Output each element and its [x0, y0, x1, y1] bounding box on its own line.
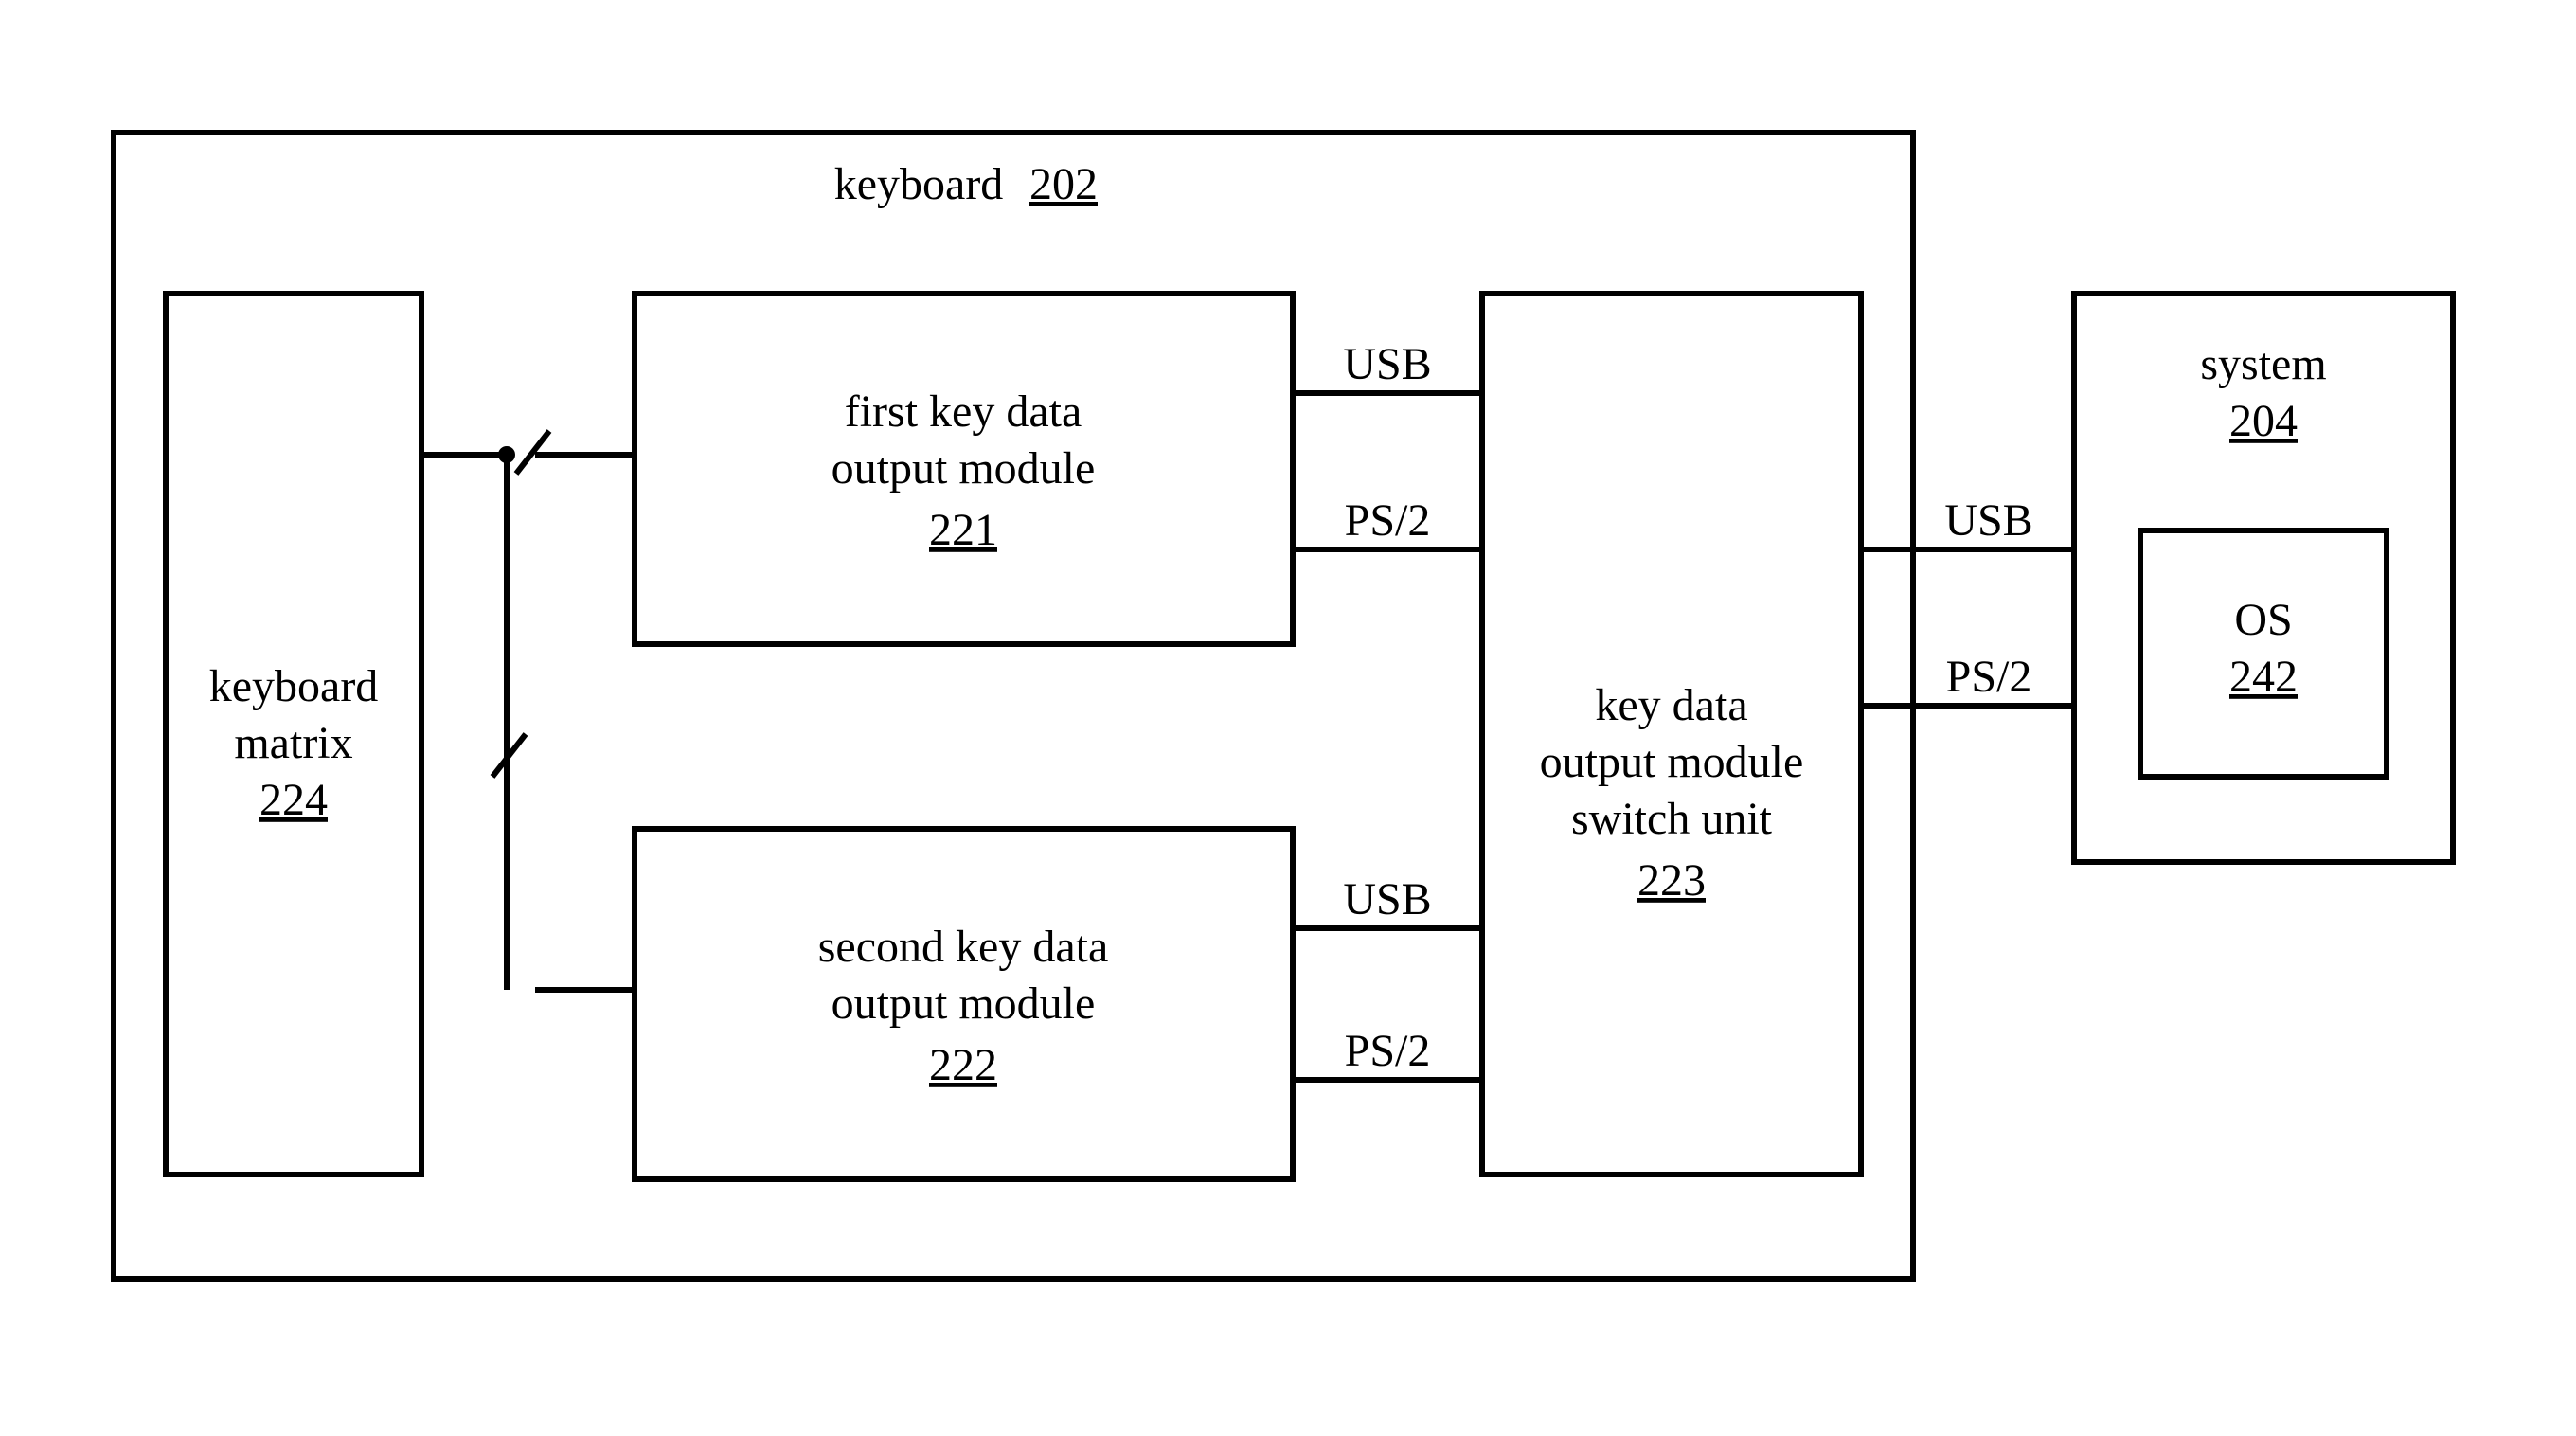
keyboard-matrix-ref: 224: [259, 775, 328, 825]
system-ref: 204: [2229, 396, 2298, 446]
second-output-module-label-2: output module: [832, 978, 1096, 1029]
bus-ps2-label-mod1: PS/2: [1345, 495, 1431, 546]
block-diagram: keyboard 202 keyboard matrix 224 first k…: [0, 0, 2576, 1436]
second-output-module-ref: 222: [929, 1040, 997, 1090]
switch-unit-label-2: output module: [1540, 737, 1804, 787]
bus-usb-label-mod1: USB: [1343, 339, 1431, 389]
first-output-module-label-2: output module: [832, 443, 1096, 494]
system-label: system: [2200, 339, 2326, 389]
bus-ps2-label-system: PS/2: [1946, 652, 2032, 702]
switch-unit-box: [1482, 294, 1861, 1175]
bus-usb-label-system: USB: [1944, 495, 2032, 546]
first-output-module-ref: 221: [929, 505, 997, 555]
keyboard-matrix-label-2: matrix: [234, 718, 352, 768]
os-ref: 242: [2229, 652, 2298, 702]
keyboard-ref: 202: [1029, 159, 1098, 209]
os-label: OS: [2234, 595, 2292, 645]
first-output-module-label-1: first key data: [845, 386, 1082, 437]
bus-ps2-label-mod2: PS/2: [1345, 1026, 1431, 1076]
bus-usb-label-mod2: USB: [1343, 874, 1431, 924]
second-output-module-label-1: second key data: [818, 922, 1109, 972]
switch-unit-label-3: switch unit: [1571, 794, 1773, 844]
switch-unit-label-1: key data: [1595, 680, 1747, 730]
switch-unit-ref: 223: [1637, 855, 1706, 906]
keyboard-label: keyboard: [834, 159, 1004, 209]
keyboard-matrix-label-1: keyboard: [209, 661, 379, 711]
